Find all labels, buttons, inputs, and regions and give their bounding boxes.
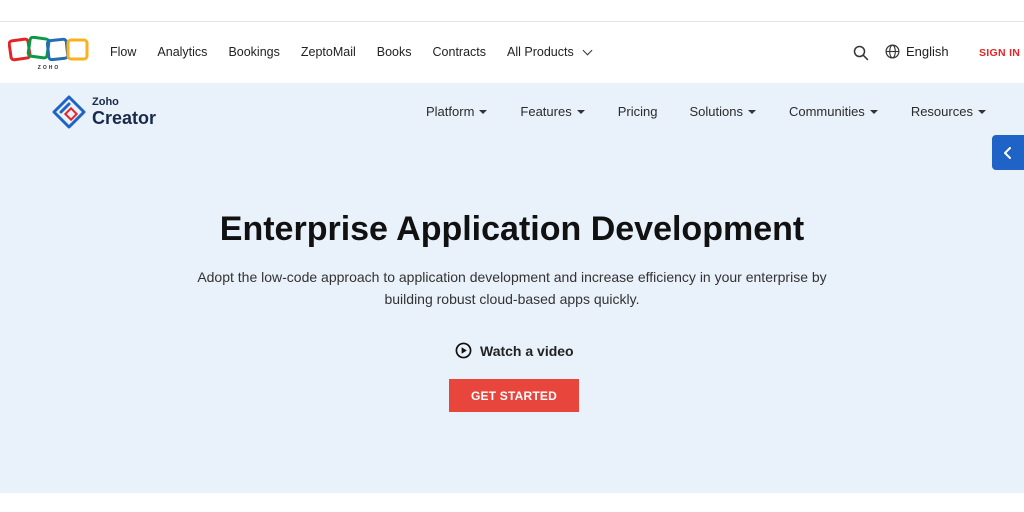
watch-video-label: Watch a video bbox=[480, 342, 574, 359]
menu-features-label: Features bbox=[520, 104, 572, 119]
creator-logo-icon bbox=[52, 95, 86, 129]
caret-down-icon bbox=[576, 109, 585, 114]
product-nav: Platform Features Pricing Solutions Comm… bbox=[426, 104, 986, 119]
nav-all-products[interactable]: All Products bbox=[507, 45, 593, 59]
sign-in-link[interactable]: SIGN IN bbox=[979, 47, 1020, 59]
nav-flow[interactable]: Flow bbox=[110, 45, 136, 59]
caret-down-icon bbox=[479, 109, 488, 114]
brand-top-label: Zoho bbox=[92, 96, 119, 108]
nav-books[interactable]: Books bbox=[377, 45, 412, 59]
get-started-button[interactable]: GET STARTED bbox=[449, 379, 579, 412]
menu-solutions[interactable]: Solutions bbox=[689, 104, 756, 119]
caret-down-icon bbox=[747, 109, 756, 114]
brand-name-label: Creator bbox=[92, 108, 157, 128]
zoho-global-bar: ZOHO Flow Analytics Bookings ZeptoMail B… bbox=[0, 22, 1024, 83]
menu-resources[interactable]: Resources bbox=[911, 104, 986, 119]
menu-platform[interactable]: Platform bbox=[426, 104, 488, 119]
menu-pricing[interactable]: Pricing bbox=[618, 104, 658, 119]
nav-zeptomail[interactable]: ZeptoMail bbox=[301, 45, 356, 59]
hero-title: Enterprise Application Development bbox=[219, 210, 805, 248]
language-selector[interactable]: English bbox=[885, 44, 949, 59]
watch-video-link[interactable]: Watch a video bbox=[455, 342, 574, 359]
language-label: English bbox=[906, 44, 949, 59]
menu-pricing-label: Pricing bbox=[617, 104, 658, 119]
caret-down-icon bbox=[977, 109, 986, 114]
chevron-left-icon bbox=[1004, 146, 1011, 159]
zoho-creator-logo[interactable]: Zoho Creator bbox=[52, 95, 156, 129]
hero-subtitle: Adopt the low-code approach to applicati… bbox=[197, 269, 827, 307]
menu-platform-label: Platform bbox=[426, 104, 475, 119]
menu-communities[interactable]: Communities bbox=[789, 104, 878, 119]
nav-bookings[interactable]: Bookings bbox=[228, 45, 279, 59]
caret-down-icon bbox=[869, 109, 878, 114]
zoho-logo[interactable]: ZOHO bbox=[7, 35, 90, 72]
menu-communities-label: Communities bbox=[788, 104, 865, 119]
menu-features[interactable]: Features bbox=[520, 104, 585, 119]
nav-analytics[interactable]: Analytics bbox=[157, 45, 207, 59]
globe-icon bbox=[885, 44, 900, 59]
global-nav: Flow Analytics Bookings ZeptoMail Books … bbox=[110, 45, 593, 59]
chevron-down-icon bbox=[582, 45, 593, 55]
all-products-label: All Products bbox=[507, 45, 574, 59]
menu-solutions-label: Solutions bbox=[689, 104, 743, 119]
hero-section: Zoho Creator Platform Features Pricing S… bbox=[0, 83, 1024, 493]
menu-resources-label: Resources bbox=[910, 104, 973, 119]
side-panel-toggle[interactable] bbox=[992, 135, 1024, 170]
play-circle-icon bbox=[455, 342, 472, 359]
zoho-logo-text: ZOHO bbox=[38, 65, 60, 71]
search-icon[interactable] bbox=[853, 45, 869, 61]
nav-contracts[interactable]: Contracts bbox=[433, 45, 487, 59]
